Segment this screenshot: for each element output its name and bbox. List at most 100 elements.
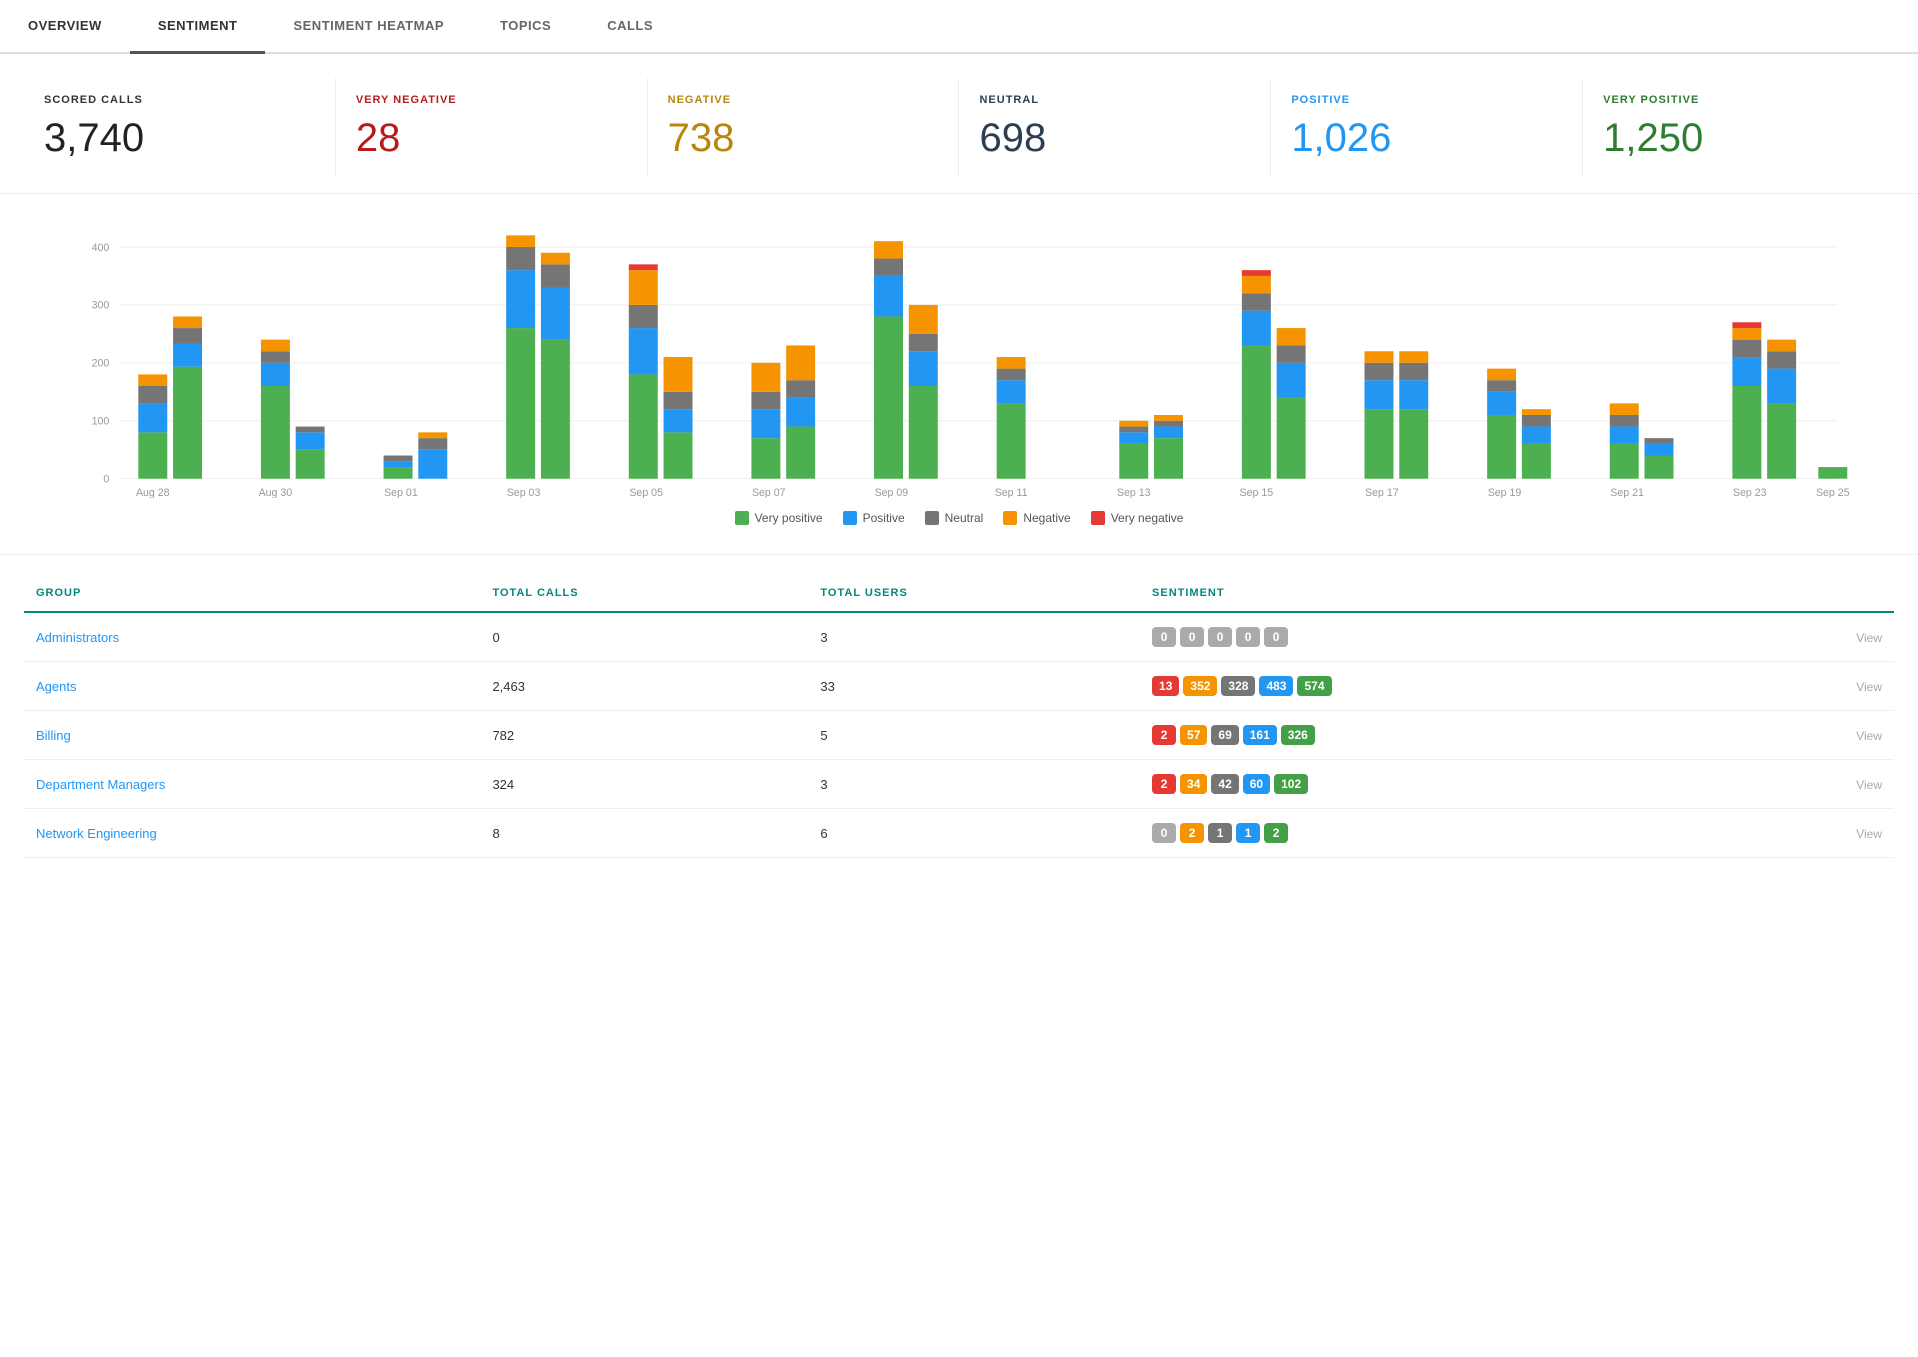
- col-header-action: [1746, 579, 1894, 612]
- sentiment-badges-4: 02112: [1152, 823, 1734, 843]
- metrics-row: SCORED CALLS 3,740 VERY NEGATIVE 28 NEGA…: [0, 54, 1918, 194]
- metric-very-positive: VERY POSITIVE 1,250: [1583, 78, 1894, 177]
- svg-text:Sep 01: Sep 01: [384, 487, 418, 498]
- svg-text:100: 100: [92, 416, 110, 428]
- sentiment-badges-1: 13352328483574: [1152, 676, 1734, 696]
- legend-dot-very-negative: [1091, 511, 1105, 525]
- badge-neu-3-2: 42: [1211, 774, 1238, 794]
- badge-p-3-3: 60: [1243, 774, 1270, 794]
- legend-label-very-negative: Very negative: [1111, 511, 1184, 525]
- badge-zero-0-2: 0: [1208, 627, 1232, 647]
- metric-negative-value: 738: [668, 116, 939, 161]
- metric-neutral: NEUTRAL 698: [959, 78, 1271, 177]
- badge-p-2-3: 161: [1243, 725, 1277, 745]
- metric-scored-calls-label: SCORED CALLS: [44, 94, 315, 106]
- table-row: Department Managers 32432344260102 View: [24, 760, 1894, 809]
- badge-zero-0-0: 0: [1152, 627, 1176, 647]
- total-calls-0: 0: [480, 612, 808, 662]
- legend-dot-neutral: [925, 511, 939, 525]
- legend-dot-positive: [843, 511, 857, 525]
- view-link-1[interactable]: View: [1856, 680, 1882, 694]
- tab-sentiment[interactable]: SENTIMENT: [130, 0, 266, 54]
- view-link-0[interactable]: View: [1856, 631, 1882, 645]
- svg-text:Sep 19: Sep 19: [1488, 487, 1522, 498]
- data-table: GROUP TOTAL CALLS TOTAL USERS SENTIMENT …: [24, 579, 1894, 858]
- tabs-bar: OVERVIEW SENTIMENT SENTIMENT HEATMAP TOP…: [0, 0, 1918, 54]
- badge-n-2-1: 57: [1180, 725, 1207, 745]
- table-row: Network Engineering8602112View: [24, 809, 1894, 858]
- tab-calls[interactable]: CALLS: [579, 0, 681, 54]
- metric-negative-label: NEGATIVE: [668, 94, 939, 106]
- group-link-department-managers[interactable]: Department Managers: [36, 777, 165, 792]
- badge-neu-4-2: 1: [1208, 823, 1232, 843]
- badge-vp-2-4: 326: [1281, 725, 1315, 745]
- badge-zero-0-4: 0: [1264, 627, 1288, 647]
- svg-text:200: 200: [92, 358, 110, 370]
- col-header-sentiment: SENTIMENT: [1140, 579, 1746, 612]
- svg-text:Sep 03: Sep 03: [507, 487, 541, 498]
- view-link-2[interactable]: View: [1856, 729, 1882, 743]
- metric-very-negative-label: VERY NEGATIVE: [356, 94, 627, 106]
- legend-dot-negative: [1003, 511, 1017, 525]
- group-link-agents[interactable]: Agents: [36, 679, 76, 694]
- total-users-0: 3: [808, 612, 1140, 662]
- badge-vp-1-4: 574: [1297, 676, 1331, 696]
- svg-text:Sep 15: Sep 15: [1240, 487, 1274, 498]
- metric-very-negative-value: 28: [356, 116, 627, 161]
- view-link-4[interactable]: View: [1856, 827, 1882, 841]
- legend-label-very-positive: Very positive: [755, 511, 823, 525]
- total-users-3: 3: [808, 760, 1140, 809]
- svg-text:Aug 28: Aug 28: [136, 487, 170, 498]
- metric-positive-value: 1,026: [1291, 116, 1562, 161]
- legend-very-positive: Very positive: [735, 511, 823, 525]
- table-row: Administrators0300000View: [24, 612, 1894, 662]
- metric-scored-calls-value: 3,740: [44, 116, 315, 161]
- svg-text:Sep 21: Sep 21: [1610, 487, 1644, 498]
- group-link-billing[interactable]: Billing: [36, 728, 71, 743]
- col-header-total-calls: TOTAL CALLS: [480, 579, 808, 612]
- badge-n-4-1: 2: [1180, 823, 1204, 843]
- svg-text:Sep 13: Sep 13: [1117, 487, 1151, 498]
- metric-neutral-value: 698: [979, 116, 1250, 161]
- legend-label-neutral: Neutral: [945, 511, 984, 525]
- svg-text:400: 400: [92, 242, 110, 254]
- chart-svg: 0 100 200 300 400: [24, 218, 1894, 498]
- metric-negative: NEGATIVE 738: [648, 78, 960, 177]
- sentiment-badges-2: 25769161326: [1152, 725, 1734, 745]
- metric-scored-calls: SCORED CALLS 3,740: [24, 78, 336, 177]
- total-calls-3: 324: [480, 760, 808, 809]
- chart-container: 0 100 200 300 400: [24, 218, 1894, 538]
- badge-zero-4-0: 0: [1152, 823, 1176, 843]
- group-link-administrators[interactable]: Administrators: [36, 630, 119, 645]
- badge-n-3-1: 34: [1180, 774, 1207, 794]
- chart-section: 0 100 200 300 400: [0, 194, 1918, 555]
- badge-vn-2-0: 2: [1152, 725, 1176, 745]
- legend-dot-very-positive: [735, 511, 749, 525]
- legend-positive: Positive: [843, 511, 905, 525]
- badge-neu-1-2: 328: [1221, 676, 1255, 696]
- table-row: Billing782525769161326View: [24, 711, 1894, 760]
- tab-sentiment-heatmap[interactable]: SENTIMENT HEATMAP: [265, 0, 472, 54]
- total-calls-2: 782: [480, 711, 808, 760]
- badge-zero-0-3: 0: [1236, 627, 1260, 647]
- total-users-1: 33: [808, 662, 1140, 711]
- svg-text:Sep 09: Sep 09: [875, 487, 909, 498]
- svg-text:Sep 17: Sep 17: [1365, 487, 1399, 498]
- svg-text:0: 0: [103, 474, 109, 486]
- svg-text:300: 300: [92, 300, 110, 312]
- total-users-4: 6: [808, 809, 1140, 858]
- badge-vn-1-0: 13: [1152, 676, 1179, 696]
- legend-label-positive: Positive: [863, 511, 905, 525]
- tab-topics[interactable]: TOPICS: [472, 0, 579, 54]
- badge-p-4-3: 1: [1236, 823, 1260, 843]
- badge-neu-2-2: 69: [1211, 725, 1238, 745]
- badge-vn-3-0: 2: [1152, 774, 1176, 794]
- view-link-3[interactable]: View: [1856, 778, 1882, 792]
- badge-vp-3-4: 102: [1274, 774, 1308, 794]
- group-link-network-engineering[interactable]: Network Engineering: [36, 826, 157, 841]
- legend-negative: Negative: [1003, 511, 1070, 525]
- metric-positive: POSITIVE 1,026: [1271, 78, 1583, 177]
- metric-very-negative: VERY NEGATIVE 28: [336, 78, 648, 177]
- tab-overview[interactable]: OVERVIEW: [0, 0, 130, 54]
- badge-zero-0-1: 0: [1180, 627, 1204, 647]
